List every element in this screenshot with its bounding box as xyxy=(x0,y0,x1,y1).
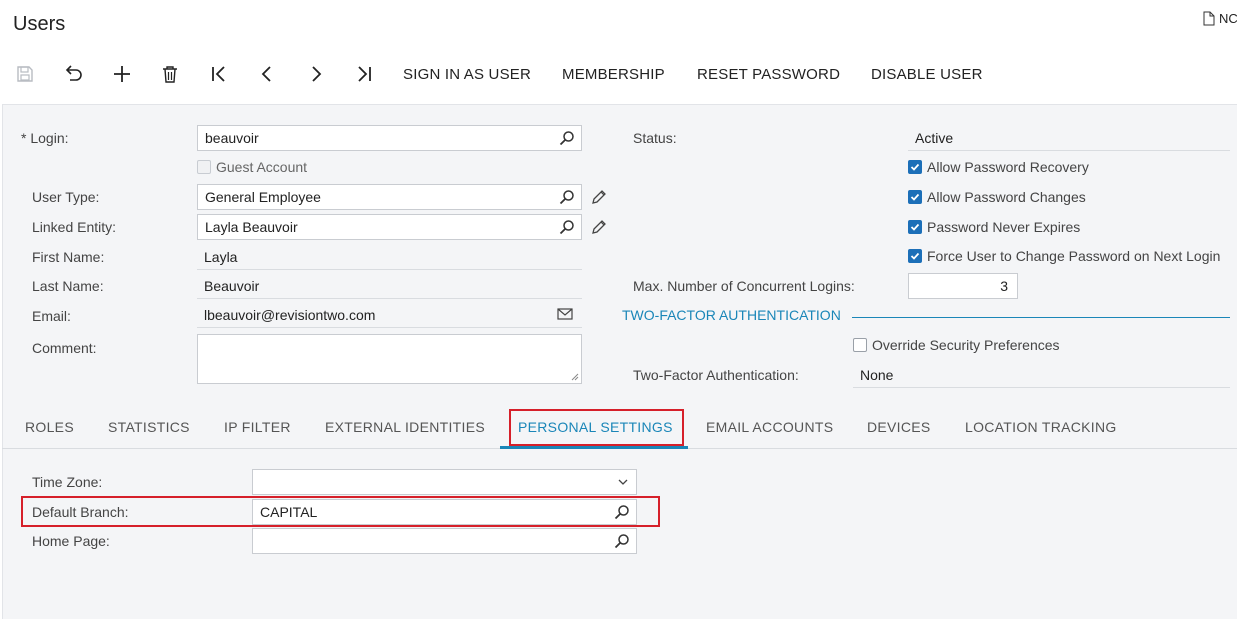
comment-label: Comment: xyxy=(32,340,97,356)
page-title: Users xyxy=(13,13,66,35)
save-button[interactable] xyxy=(12,60,38,88)
delete-icon xyxy=(163,66,177,83)
login-value: beauvoir xyxy=(205,130,259,146)
notes-link[interactable]: NC xyxy=(1203,11,1237,26)
document-icon xyxy=(1203,11,1215,26)
force-change-password-checkbox[interactable]: Force User to Change Password on Next Lo… xyxy=(908,248,1220,264)
search-icon[interactable] xyxy=(559,189,575,205)
tab-external-identities[interactable]: EXTERNAL IDENTITIES xyxy=(325,419,485,435)
default-branch-highlight xyxy=(21,496,660,527)
home-page-input[interactable] xyxy=(252,528,637,554)
status-label: Status: xyxy=(633,130,677,146)
status-field: Active xyxy=(908,125,1230,151)
allow-password-recovery-checkbox[interactable]: Allow Password Recovery xyxy=(908,159,1089,175)
login-label-text: Login: xyxy=(30,130,69,146)
tab-location-tracking[interactable]: LOCATION TRACKING xyxy=(965,419,1117,435)
two-factor-auth-label: Two-Factor Authentication: xyxy=(633,367,799,383)
guest-account-label: Guest Account xyxy=(216,159,308,175)
search-icon[interactable] xyxy=(559,130,575,146)
resize-handle-icon[interactable] xyxy=(571,373,579,381)
edit-pencil-icon[interactable] xyxy=(591,189,607,205)
user-type-value: General Employee xyxy=(205,189,321,205)
checkbox-box xyxy=(908,249,922,263)
section-divider xyxy=(852,317,1230,318)
tab-devices[interactable]: DEVICES xyxy=(867,419,931,435)
tab-statistics[interactable]: STATISTICS xyxy=(108,419,190,435)
two-factor-section-header: TWO-FACTOR AUTHENTICATION xyxy=(622,307,841,323)
linked-entity-value: Layla Beauvoir xyxy=(205,219,298,235)
password-never-expires-label: Password Never Expires xyxy=(927,219,1081,235)
max-concurrent-logins-input[interactable]: 3 xyxy=(908,273,1018,299)
checkmark-icon xyxy=(910,252,920,260)
first-name-label: First Name: xyxy=(32,249,105,265)
search-icon[interactable] xyxy=(559,219,575,235)
linked-entity-input[interactable]: Layla Beauvoir xyxy=(197,214,582,240)
add-icon xyxy=(114,66,130,82)
comment-textarea[interactable] xyxy=(197,334,582,384)
add-button[interactable] xyxy=(109,60,135,88)
linked-entity-label: Linked Entity: xyxy=(32,219,117,235)
undo-icon xyxy=(65,65,82,81)
notes-label: NC xyxy=(1219,11,1237,26)
time-zone-label: Time Zone: xyxy=(32,474,103,490)
allow-password-changes-label: Allow Password Changes xyxy=(927,189,1086,205)
checkbox-box xyxy=(197,160,211,174)
tab-ip-filter[interactable]: IP FILTER xyxy=(224,419,291,435)
reset-password-button[interactable]: RESET PASSWORD xyxy=(697,60,840,88)
tab-email-accounts[interactable]: EMAIL ACCOUNTS xyxy=(706,419,833,435)
user-type-input[interactable]: General Employee xyxy=(197,184,582,210)
search-icon[interactable] xyxy=(614,533,630,549)
override-security-label: Override Security Preferences xyxy=(872,337,1060,353)
previous-icon xyxy=(261,66,271,82)
override-security-checkbox[interactable]: Override Security Preferences xyxy=(853,337,1060,353)
checkbox-box xyxy=(908,160,922,174)
email-label: Email: xyxy=(32,308,71,324)
user-type-label: User Type: xyxy=(32,189,100,205)
personal-settings-tab-highlight xyxy=(509,409,684,446)
checkmark-icon xyxy=(910,193,920,201)
first-icon xyxy=(212,66,225,82)
last-icon xyxy=(358,66,371,82)
next-record-button[interactable] xyxy=(303,60,329,88)
disable-user-button[interactable]: DISABLE USER xyxy=(871,60,983,88)
allow-password-recovery-label: Allow Password Recovery xyxy=(927,159,1089,175)
time-zone-select[interactable] xyxy=(252,469,637,495)
allow-password-changes-checkbox[interactable]: Allow Password Changes xyxy=(908,189,1086,205)
max-concurrent-logins-label: Max. Number of Concurrent Logins: xyxy=(633,278,855,294)
checkbox-box xyxy=(908,220,922,234)
checkmark-icon xyxy=(910,223,920,231)
next-icon xyxy=(312,66,322,82)
first-record-button[interactable] xyxy=(206,60,232,88)
mail-icon[interactable] xyxy=(557,308,573,320)
previous-record-button[interactable] xyxy=(254,60,280,88)
checkmark-icon xyxy=(910,163,920,171)
undo-button[interactable] xyxy=(60,60,86,88)
login-input[interactable]: beauvoir xyxy=(197,125,582,151)
checkbox-box xyxy=(853,338,867,352)
active-tab-indicator xyxy=(500,446,688,449)
tab-roles[interactable]: ROLES xyxy=(25,419,74,435)
sign-in-as-user-button[interactable]: SIGN IN AS USER xyxy=(403,60,531,88)
membership-button[interactable]: MEMBERSHIP xyxy=(562,60,665,88)
email-field[interactable]: lbeauvoir@revisiontwo.com xyxy=(197,302,582,328)
home-page-label: Home Page: xyxy=(32,533,110,549)
email-value: lbeauvoir@revisiontwo.com xyxy=(204,307,376,323)
password-never-expires-checkbox[interactable]: Password Never Expires xyxy=(908,219,1080,235)
force-change-password-label: Force User to Change Password on Next Lo… xyxy=(927,248,1221,264)
required-mark: * xyxy=(21,130,27,146)
checkbox-box xyxy=(908,190,922,204)
edit-pencil-icon[interactable] xyxy=(591,219,607,235)
login-label: * Login: xyxy=(21,130,69,146)
last-name-label: Last Name: xyxy=(32,278,104,294)
last-name-field[interactable]: Beauvoir xyxy=(197,273,582,299)
delete-button[interactable] xyxy=(157,60,183,88)
last-record-button[interactable] xyxy=(351,60,377,88)
chevron-down-icon xyxy=(618,479,628,485)
two-factor-auth-field: None xyxy=(853,362,1230,388)
guest-account-checkbox[interactable]: Guest Account xyxy=(197,159,307,175)
save-icon xyxy=(17,66,33,82)
first-name-field[interactable]: Layla xyxy=(197,244,582,270)
